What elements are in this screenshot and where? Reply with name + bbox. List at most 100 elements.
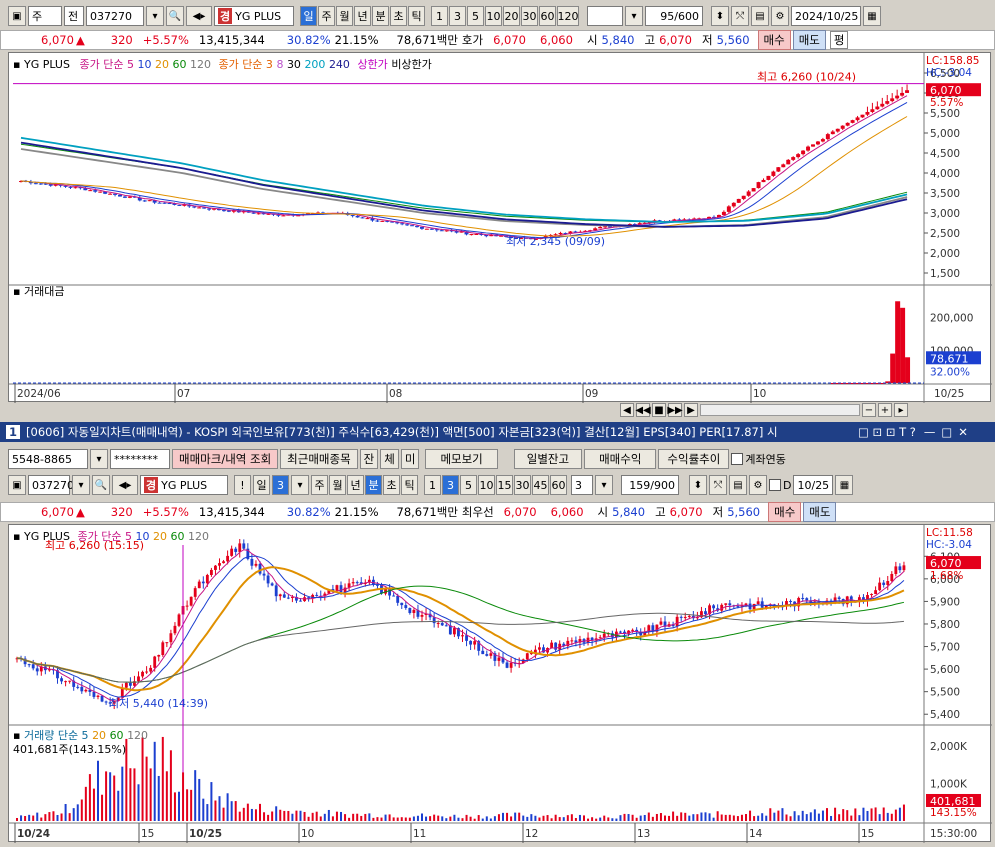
date-field[interactable]: 2024/10/25 — [791, 6, 861, 26]
interval-button-3[interactable]: 10 — [485, 6, 502, 26]
panel-icon[interactable]: ▣ — [8, 475, 26, 495]
alert-button[interactable]: ! — [234, 475, 251, 495]
interval-button-6[interactable]: 60 — [539, 6, 556, 26]
link-checkbox[interactable] — [731, 453, 744, 465]
interval-button-4[interactable]: 20 — [503, 6, 520, 26]
interval-button-5[interactable]: 30 — [521, 6, 538, 26]
password-input[interactable]: ******** — [110, 449, 170, 469]
d-checkbox[interactable] — [769, 479, 781, 491]
return-trend-button[interactable]: 수익률추이 — [658, 449, 730, 469]
buy-button[interactable]: 매수 — [757, 30, 791, 50]
memo-button[interactable]: 메모보기 — [425, 449, 498, 469]
interval-button-5[interactable]: 30 — [514, 475, 531, 495]
period-button-2[interactable]: 월 — [336, 6, 353, 26]
scroll-right-icon[interactable]: ▶ — [684, 403, 698, 417]
dropdown-icon[interactable]: ▾ — [146, 6, 164, 26]
scroll-left-icon[interactable]: ◀ — [620, 403, 634, 417]
search-icon[interactable]: 🔍 — [166, 6, 184, 26]
period-button-3[interactable]: 년 — [354, 6, 371, 26]
search-icon[interactable]: 🔍 — [92, 475, 110, 495]
sound-icon[interactable]: ◀▸ — [112, 475, 138, 495]
gear-icon[interactable]: ⚙ — [749, 475, 767, 495]
tool-strip[interactable] — [700, 404, 860, 416]
buy-button[interactable]: 매수 — [768, 502, 802, 522]
period-button-2[interactable]: 년 — [347, 475, 364, 495]
period-button-5[interactable]: 틱 — [401, 475, 418, 495]
trade-profit-button[interactable]: 매매수익 — [584, 449, 657, 469]
save-icon[interactable]: ▤ — [729, 475, 747, 495]
filled-button[interactable]: 체 — [380, 449, 399, 469]
unfilled-button[interactable]: 미 — [400, 449, 420, 469]
panel-icon[interactable]: ▣ — [8, 6, 26, 26]
market-select[interactable]: 주 — [28, 6, 62, 26]
compare-icon[interactable]: ⤲ — [709, 475, 727, 495]
sell-button[interactable]: 매도 — [792, 30, 826, 50]
sell-button[interactable]: 매도 — [803, 502, 837, 522]
interval-button-7[interactable]: 60 — [550, 475, 567, 495]
candle-icon[interactable]: ⬍ — [711, 6, 729, 26]
daily-candle — [127, 196, 132, 198]
plus-icon[interactable]: + — [878, 403, 892, 417]
period-button-0[interactable]: 일 — [300, 6, 317, 26]
date-field[interactable]: 10/25 — [793, 475, 834, 495]
dropdown-icon[interactable]: ▾ — [595, 475, 613, 495]
code-input[interactable]: 037270 — [86, 6, 144, 26]
daily-chart[interactable]: 6,5006,0005,5005,0004,5004,0003,5003,000… — [9, 53, 992, 403]
dropdown-icon[interactable]: ▾ — [72, 475, 90, 495]
forward-icon[interactable]: ▶▶ — [667, 403, 683, 417]
name-field[interactable]: 경 YG PLUS — [214, 6, 294, 26]
period-button-5[interactable]: 초 — [390, 6, 407, 26]
name-field[interactable]: 경 YG PLUS — [140, 475, 228, 495]
interval-button-0[interactable]: 1 — [431, 6, 448, 26]
interval-select[interactable]: 3 — [571, 475, 593, 495]
sound-icon[interactable]: ◀▸ — [186, 6, 212, 26]
stop-icon[interactable]: ■ — [652, 403, 666, 417]
compare-icon[interactable]: ⤲ — [731, 6, 749, 26]
account-input[interactable]: 5548-8865 — [8, 449, 88, 469]
candle-icon[interactable]: ⬍ — [689, 475, 707, 495]
day-num[interactable]: 3 — [272, 475, 289, 495]
interval-button-1[interactable]: 3 — [449, 6, 466, 26]
interval-button-4[interactable]: 15 — [496, 475, 513, 495]
count-field[interactable]: 95/600 — [645, 6, 703, 26]
dropdown-icon[interactable]: ▾ — [291, 475, 309, 495]
save-icon[interactable]: ▤ — [751, 6, 769, 26]
recent-stocks-button[interactable]: 최근매매종목 — [280, 449, 358, 469]
interval-button-2[interactable]: 5 — [467, 6, 484, 26]
jeon-select[interactable]: 전 — [64, 6, 84, 26]
minus-icon[interactable]: − — [862, 403, 876, 417]
daily-balance-button[interactable]: 일별잔고 — [513, 449, 583, 469]
interval-button-7[interactable]: 120 — [557, 6, 579, 26]
dropdown-icon[interactable]: ▾ — [90, 449, 108, 469]
minimize-icon[interactable]: — — [924, 425, 936, 439]
period-button-0[interactable]: 주 — [311, 475, 328, 495]
avg-button[interactable]: 평 — [829, 31, 849, 49]
rewind-icon[interactable]: ◀◀ — [635, 403, 651, 417]
period-button-1[interactable]: 주 — [318, 6, 335, 26]
period-button-1[interactable]: 월 — [329, 475, 346, 495]
interval-button-0[interactable]: 1 — [424, 475, 441, 495]
mark-query-button[interactable]: 매매마크/내역 조회 — [172, 449, 279, 469]
interval-button-2[interactable]: 5 — [460, 475, 477, 495]
blank-select[interactable] — [587, 6, 623, 26]
count-field[interactable]: 159/900 — [621, 475, 679, 495]
period-button-3[interactable]: 분 — [365, 475, 382, 495]
interval-button-1[interactable]: 3 — [442, 475, 459, 495]
window-tools-icon[interactable]: □ ⊡ ⊡ T ? — [858, 425, 916, 439]
period-button-4[interactable]: 분 — [372, 6, 389, 26]
period-button-6[interactable]: 틱 — [408, 6, 425, 26]
maximize-icon[interactable]: □ — [941, 425, 952, 439]
period-button-4[interactable]: 초 — [383, 475, 400, 495]
calendar-icon[interactable]: ▦ — [835, 475, 854, 495]
dropdown-icon[interactable]: ▾ — [625, 6, 643, 26]
interval-button-3[interactable]: 10 — [478, 475, 495, 495]
minute-chart[interactable]: 6,1006,0005,9005,8005,7005,6005,5005,400… — [9, 525, 992, 843]
close-icon[interactable]: ✕ — [958, 425, 968, 439]
interval-button-6[interactable]: 45 — [532, 475, 549, 495]
day-button[interactable]: 일 — [253, 475, 270, 495]
home-icon[interactable]: ▸ — [894, 403, 908, 417]
calendar-icon[interactable]: ▦ — [863, 6, 881, 26]
code-input[interactable]: 037270 — [28, 475, 74, 495]
balance-button[interactable]: 잔 — [359, 449, 379, 469]
gear-icon[interactable]: ⚙ — [771, 6, 789, 26]
